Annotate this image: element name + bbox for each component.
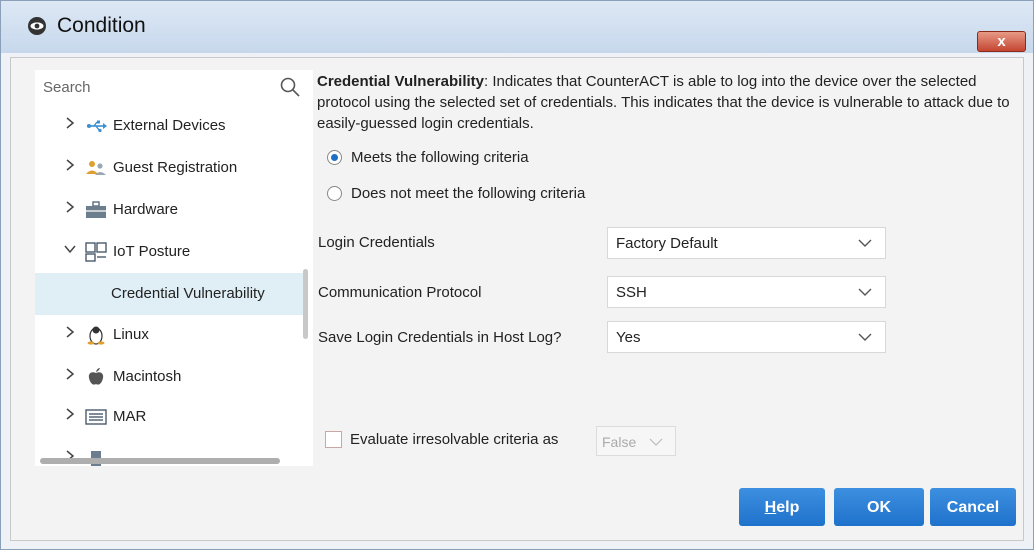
close-button[interactable]: x — [977, 31, 1026, 52]
search-icon[interactable] — [279, 76, 301, 98]
chevron-down-icon[interactable] — [858, 332, 872, 342]
tree-item-label: MAR — [113, 408, 147, 425]
search-input[interactable] — [35, 70, 313, 104]
tree-item-label: Hardware — [113, 201, 179, 218]
cancel-button[interactable]: Cancel — [930, 488, 1016, 526]
evaluate-value-select: False — [596, 426, 676, 456]
ok-button[interactable]: OK — [834, 488, 924, 526]
chevron-right-icon[interactable] — [63, 116, 77, 130]
apple-icon — [88, 368, 104, 385]
radio-button[interactable] — [327, 186, 342, 201]
tree-item-credential-vulnerability[interactable]: Credential Vulnerability — [35, 273, 305, 315]
guests-icon — [86, 161, 106, 175]
communication-protocol-label: Communication Protocol — [318, 284, 482, 301]
help-button[interactable]: Help — [739, 488, 825, 526]
radio-label[interactable]: Meets the following criteria — [351, 149, 529, 166]
tree-item-label: IoT Posture — [113, 243, 191, 260]
tree-item-mar[interactable]: MAR — [35, 397, 305, 437]
usb-icon — [87, 120, 107, 133]
title-bar: Condition — [1, 1, 1033, 53]
close-icon[interactable]: x — [997, 33, 1005, 50]
save-credentials-label: Save Login Credentials in Host Log? — [318, 329, 562, 346]
chevron-down-icon[interactable] — [858, 238, 872, 248]
select-value: Yes — [616, 329, 641, 346]
tree-item-label: External Devices — [113, 117, 226, 134]
description-title: Credential Vulnerability — [317, 73, 484, 90]
tree-item-linux[interactable]: Linux — [35, 315, 305, 355]
linux-icon — [87, 326, 105, 345]
save-credentials-select[interactable]: Yes — [607, 321, 886, 353]
tree-horizontal-scrollbar[interactable] — [40, 458, 280, 464]
select-value: False — [602, 434, 637, 450]
chevron-right-icon[interactable] — [63, 367, 77, 381]
select-value: Factory Default — [616, 235, 718, 252]
evaluate-irresolvable-checkbox[interactable] — [325, 431, 342, 448]
tree-item-label: Linux — [113, 326, 149, 343]
tree-item-macintosh[interactable]: Macintosh — [35, 357, 305, 397]
chevron-down-icon — [649, 438, 663, 446]
help-label: elp — [776, 499, 800, 516]
evaluate-irresolvable-label[interactable]: Evaluate irresolvable criteria as — [350, 431, 558, 448]
tree-item-label: Macintosh — [113, 368, 182, 385]
mar-icon — [85, 409, 107, 425]
chevron-right-icon[interactable] — [63, 407, 77, 421]
chevron-right-icon[interactable] — [63, 158, 77, 172]
radio-label[interactable]: Does not meet the following criteria — [351, 185, 585, 202]
chevron-right-icon[interactable] — [63, 325, 77, 339]
communication-protocol-select[interactable]: SSH — [607, 276, 886, 308]
tree-item-external-devices[interactable]: External Devices — [35, 106, 305, 146]
login-credentials-label: Login Credentials — [318, 234, 435, 251]
iot-icon — [85, 242, 107, 262]
tree-item-label: Credential Vulnerability — [111, 285, 265, 302]
condition-tree: External Devices Guest Registration Hard… — [35, 70, 313, 466]
chevron-down-icon[interactable] — [63, 242, 77, 256]
login-credentials-select[interactable]: Factory Default — [607, 227, 886, 259]
hardware-icon — [86, 201, 106, 218]
tree-item-hardware[interactable]: Hardware — [35, 190, 305, 230]
help-mnemonic: H — [764, 499, 777, 516]
chevron-right-icon[interactable] — [63, 200, 77, 214]
condition-description: Credential Vulnerability: Indicates that… — [317, 71, 1017, 134]
radio-button[interactable] — [327, 150, 342, 165]
eye-icon — [28, 17, 46, 35]
tree-item-label: Guest Registration — [113, 159, 238, 176]
tree-item-guest-registration[interactable]: Guest Registration — [35, 148, 305, 188]
tree-item-iot-posture[interactable]: IoT Posture — [35, 232, 305, 272]
tree-vertical-scrollbar[interactable] — [303, 269, 308, 339]
window-title: Condition — [57, 14, 146, 37]
chevron-down-icon[interactable] — [858, 287, 872, 297]
select-value: SSH — [616, 284, 647, 301]
